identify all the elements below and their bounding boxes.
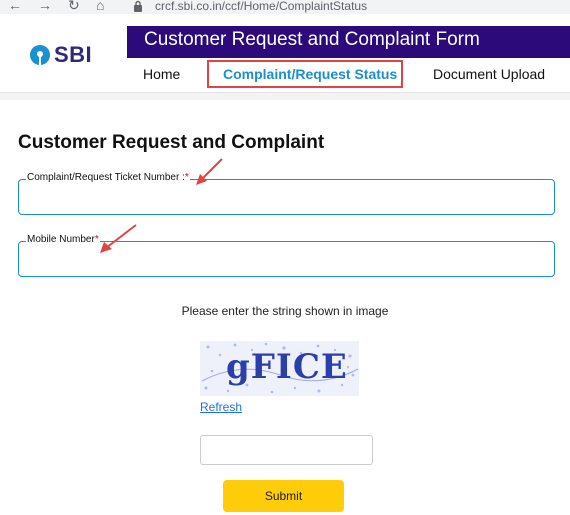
annotation-arrow	[196, 158, 223, 185]
mobile-number-label: Mobile Number*	[26, 234, 100, 245]
required-marker: *	[184, 172, 189, 183]
site-title: Customer Request and Complaint Form	[144, 29, 480, 50]
header-divider	[0, 92, 570, 100]
captcha-prompt: Please enter the string shown in image	[181, 304, 389, 318]
mobile-number-label-text: Mobile Number	[27, 234, 95, 245]
nav-document-upload[interactable]: Document Upload	[433, 66, 545, 82]
captcha-image: gFICE	[200, 341, 359, 396]
ticket-number-label: Complaint/Request Ticket Number :*	[26, 172, 190, 183]
nav-complaint-status[interactable]: Complaint/Request Status	[207, 60, 403, 88]
arrow-left-icon[interactable]: ←	[8, 0, 22, 12]
nav-home[interactable]: Home	[143, 66, 180, 82]
submit-button[interactable]: Submit	[223, 480, 344, 512]
refresh-captcha-link[interactable]: Refresh	[200, 400, 242, 414]
browser-toolbar: ← → ↻ ⌂ crcf.sbi.co.in/ccf/Home/Complain…	[0, 0, 570, 14]
form-title-band: Customer Request and Complaint Form	[127, 26, 570, 58]
home-icon[interactable]: ⌂	[96, 0, 104, 12]
page-title: Customer Request and Complaint	[18, 132, 325, 153]
logo-text: SBI	[54, 42, 93, 67]
arrow-right-icon[interactable]: →	[38, 0, 52, 12]
reload-icon[interactable]: ↻	[68, 0, 80, 12]
captcha-input[interactable]	[200, 435, 373, 465]
ticket-number-label-text: Complaint/Request Ticket Number :	[27, 172, 185, 183]
captcha-text: gFICE	[226, 347, 348, 387]
sbi-logo[interactable]: SBI	[30, 42, 92, 68]
address-bar[interactable]: crcf.sbi.co.in/ccf/Home/ComplaintStatus	[155, 0, 367, 13]
ticket-number-input[interactable]	[18, 179, 555, 215]
sbi-logo-mark	[30, 45, 50, 65]
nav-complaint-status-label: Complaint/Request Status	[223, 66, 398, 82]
main-nav: Home Complaint/Request Status Document U…	[127, 60, 570, 88]
annotation-arrow	[100, 224, 137, 253]
lock-icon	[134, 0, 142, 12]
